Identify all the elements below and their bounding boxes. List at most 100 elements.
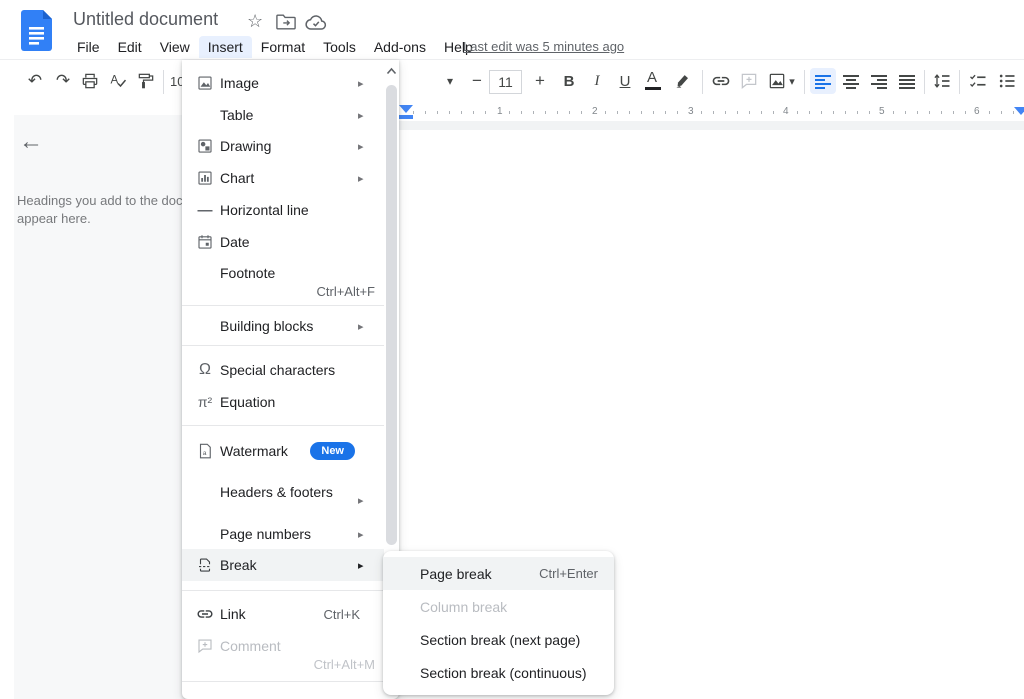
menu-format[interactable]: Format bbox=[252, 36, 314, 58]
cloud-saved-icon[interactable] bbox=[305, 15, 327, 30]
decrease-font-size-button[interactable]: − bbox=[464, 68, 490, 94]
move-to-folder-icon[interactable] bbox=[276, 14, 296, 30]
docs-logo-icon[interactable] bbox=[21, 10, 52, 51]
paint-format-icon[interactable] bbox=[133, 68, 159, 94]
menu-item-chart[interactable]: Chart ▸ bbox=[182, 162, 384, 194]
menu-item-label: Break bbox=[220, 557, 257, 573]
align-right-icon[interactable] bbox=[866, 68, 892, 94]
shortcut-label: Ctrl+Alt+M bbox=[314, 657, 375, 673]
chevron-right-icon: ▸ bbox=[358, 109, 364, 122]
insert-menu: Image ▸ Table ▸ Drawing ▸ bbox=[182, 60, 399, 699]
menu-item-break[interactable]: Break ▸ bbox=[182, 549, 384, 581]
menu-item-label: Link bbox=[220, 606, 246, 622]
submenu-item-column-break: Column break bbox=[383, 590, 614, 623]
image-dropdown-arrow-icon[interactable]: ▾ bbox=[785, 68, 799, 94]
menu-item-building-blocks[interactable]: Building blocks ▸ bbox=[182, 310, 384, 342]
horizontal-ruler[interactable]: 1 2 3 4 5 6 bbox=[399, 104, 1024, 121]
increase-font-size-button[interactable]: + bbox=[527, 68, 553, 94]
menu-item-label: Comment bbox=[220, 638, 281, 654]
menu-item-label: Headers & footers bbox=[220, 483, 338, 501]
link-icon bbox=[195, 604, 215, 624]
italic-icon[interactable]: I bbox=[584, 68, 610, 94]
scrollbar-thumb[interactable] bbox=[386, 85, 397, 545]
image-icon bbox=[195, 73, 215, 93]
font-size-input[interactable]: 11 bbox=[489, 70, 522, 94]
insert-link-icon[interactable] bbox=[708, 68, 734, 94]
toolbar: ↶ ↷ A 100% ▾ − 11 + B bbox=[0, 60, 1024, 104]
highlight-color-icon[interactable] bbox=[670, 68, 696, 94]
scroll-up-icon[interactable] bbox=[385, 66, 398, 76]
menu-file[interactable]: File bbox=[68, 36, 109, 58]
submenu-item-section-break-next-page[interactable]: Section break (next page) bbox=[383, 623, 614, 656]
menu-divider bbox=[182, 681, 384, 682]
shortcut-label: Ctrl+Alt+F bbox=[316, 284, 375, 300]
menu-item-horizontal-line[interactable]: — Horizontal line bbox=[182, 194, 384, 226]
spellcheck-icon[interactable]: A bbox=[105, 68, 131, 94]
menu-insert[interactable]: Insert bbox=[199, 36, 252, 58]
ruler-number: 5 bbox=[876, 106, 888, 117]
chevron-right-icon: ▸ bbox=[358, 559, 364, 572]
styles-dropdown-arrow-icon[interactable]: ▾ bbox=[437, 68, 463, 94]
undo-icon[interactable]: ↶ bbox=[22, 68, 48, 94]
shortcut-label: Ctrl+K bbox=[324, 607, 360, 622]
menu-edit[interactable]: Edit bbox=[109, 36, 151, 58]
ruler-number: 4 bbox=[780, 106, 792, 117]
print-icon[interactable] bbox=[77, 68, 103, 94]
menu-item-watermark[interactable]: a Watermark New bbox=[182, 435, 384, 467]
menu-item-page-numbers[interactable]: Page numbers ▸ bbox=[182, 518, 384, 550]
menu-addons[interactable]: Add-ons bbox=[365, 36, 435, 58]
menu-item-label: Footnote bbox=[220, 265, 275, 281]
text-color-icon[interactable]: A bbox=[640, 68, 666, 94]
menu-bar: File Edit View Insert Format Tools Add-o… bbox=[68, 34, 482, 59]
horizontal-line-icon: — bbox=[195, 200, 215, 220]
menu-item-special-characters[interactable]: Ω Special characters bbox=[182, 354, 384, 386]
justify-icon[interactable] bbox=[894, 68, 920, 94]
menu-item-label: Equation bbox=[220, 394, 275, 410]
menu-item-date[interactable]: Date bbox=[182, 226, 384, 258]
ruler-number: 3 bbox=[685, 106, 697, 117]
menu-item-headers-footers[interactable]: Headers & footers ▸ bbox=[182, 470, 384, 514]
drawing-icon bbox=[195, 136, 215, 156]
bold-icon[interactable]: B bbox=[556, 68, 582, 94]
menu-item-drawing[interactable]: Drawing ▸ bbox=[182, 130, 384, 162]
redo-icon[interactable]: ↷ bbox=[50, 68, 76, 94]
line-spacing-icon[interactable] bbox=[929, 68, 955, 94]
break-submenu: Page break Ctrl+Enter Column break Secti… bbox=[383, 551, 614, 695]
chevron-right-icon: ▸ bbox=[358, 494, 364, 507]
menu-item-table[interactable]: Table ▸ bbox=[182, 99, 384, 131]
menu-item-image[interactable]: Image ▸ bbox=[182, 67, 384, 99]
new-badge: New bbox=[310, 442, 355, 460]
underline-icon[interactable]: U bbox=[612, 68, 638, 94]
menu-item-link[interactable]: Link Ctrl+K bbox=[182, 598, 384, 630]
submenu-item-page-break[interactable]: Page break Ctrl+Enter bbox=[383, 557, 614, 590]
first-line-indent-marker[interactable] bbox=[399, 105, 413, 113]
menu-divider bbox=[182, 590, 384, 591]
align-center-icon[interactable] bbox=[838, 68, 864, 94]
align-left-icon[interactable] bbox=[810, 68, 836, 94]
zoom-control[interactable]: 100% bbox=[170, 74, 182, 92]
menu-item-equation[interactable]: π² Equation bbox=[182, 386, 384, 418]
menu-item-label: Image bbox=[220, 75, 259, 91]
page-top-gap bbox=[399, 121, 1024, 130]
google-docs-window: Untitled document ☆ File Edit View Inser… bbox=[0, 0, 1024, 699]
right-indent-marker[interactable] bbox=[1014, 107, 1024, 115]
chevron-right-icon: ▸ bbox=[358, 172, 364, 185]
document-title[interactable]: Untitled document bbox=[73, 9, 218, 30]
last-edit-link[interactable]: Last edit was 5 minutes ago bbox=[463, 39, 624, 54]
omega-icon: Ω bbox=[195, 360, 215, 380]
checklist-icon[interactable] bbox=[965, 68, 991, 94]
toolbar-divider bbox=[959, 70, 960, 94]
left-indent-marker[interactable] bbox=[399, 115, 413, 119]
bulleted-list-icon[interactable] bbox=[994, 68, 1020, 94]
menu-tools[interactable]: Tools bbox=[314, 36, 365, 58]
toolbar-divider bbox=[702, 70, 703, 94]
submenu-item-label: Page break bbox=[420, 566, 492, 582]
menu-item-label: Drawing bbox=[220, 138, 271, 154]
menu-item-label: Building blocks bbox=[220, 318, 313, 334]
submenu-item-label: Section break (next page) bbox=[420, 632, 580, 648]
submenu-item-section-break-continuous[interactable]: Section break (continuous) bbox=[383, 656, 614, 689]
menu-item-label: Table bbox=[220, 107, 253, 123]
menu-view[interactable]: View bbox=[151, 36, 199, 58]
close-outline-icon[interactable]: ← bbox=[19, 128, 43, 156]
star-icon[interactable]: ☆ bbox=[247, 12, 263, 30]
